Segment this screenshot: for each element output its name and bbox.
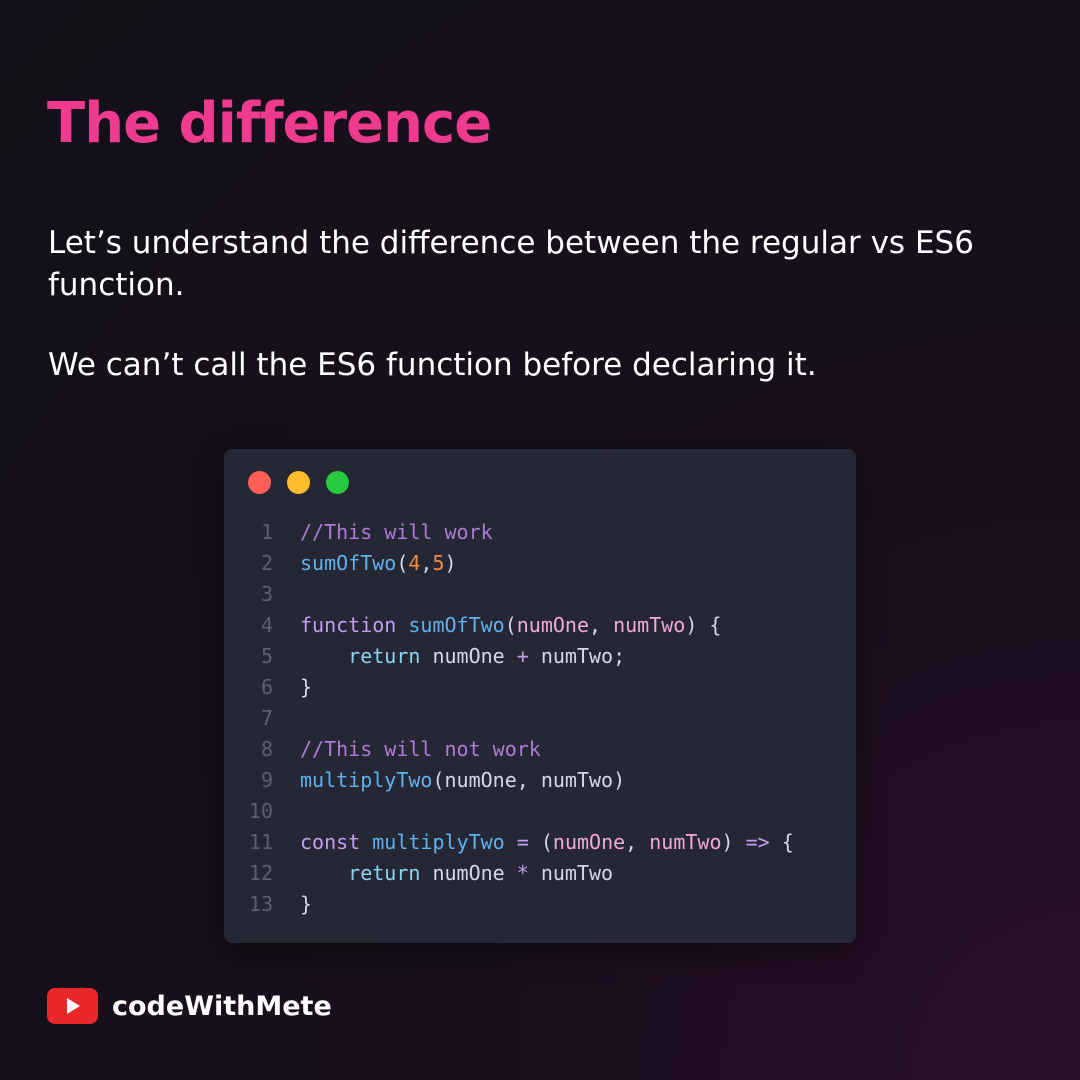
line-number: 1 bbox=[260, 520, 273, 544]
line-number: 10 bbox=[248, 799, 273, 823]
code-token: numOne bbox=[420, 861, 517, 885]
code-token: sumOfTwo bbox=[300, 551, 397, 575]
code-token: sumOfTwo bbox=[408, 613, 505, 637]
code-line: 8 //This will not work bbox=[247, 734, 794, 765]
code-token: (numOne, numTwo) bbox=[432, 768, 626, 792]
line-number: 6 bbox=[260, 675, 273, 699]
code-token: numTwo; bbox=[528, 644, 626, 668]
code-line: 5 return numOne + numTwo; bbox=[247, 641, 794, 672]
line-number: 11 bbox=[248, 830, 273, 854]
code-line: 13} bbox=[247, 889, 794, 920]
code-token: numOne bbox=[552, 830, 626, 854]
code-token: multiplyTwo bbox=[300, 768, 433, 792]
code-line: 10 bbox=[247, 796, 794, 827]
line-number: 9 bbox=[260, 768, 273, 792]
code-token: return bbox=[348, 861, 421, 885]
code-token: ( bbox=[528, 830, 553, 854]
code-line: 2 sumOfTwo(4,5) bbox=[247, 548, 794, 579]
code-token: ) bbox=[721, 830, 746, 854]
code-token: numTwo bbox=[613, 613, 686, 637]
code-token: , bbox=[589, 613, 614, 637]
code-token: 5 bbox=[432, 551, 445, 575]
code-token: numTwo bbox=[649, 830, 722, 854]
code-token: const bbox=[300, 830, 361, 854]
page-title: The difference bbox=[47, 91, 492, 156]
line-number: 5 bbox=[260, 644, 273, 668]
code-token: ( bbox=[504, 613, 517, 637]
line-number: 2 bbox=[260, 551, 273, 575]
note-paragraph: We can’t call the ES6 function before de… bbox=[48, 347, 817, 383]
window-maximize-dot bbox=[326, 471, 349, 494]
code-line: 12 return numOne * numTwo bbox=[247, 858, 794, 889]
code-token: } bbox=[300, 675, 313, 699]
code-line: 1 //This will work bbox=[247, 517, 794, 548]
code-line: 3 bbox=[247, 579, 794, 610]
code-token: ) { bbox=[685, 613, 722, 637]
code-token: , bbox=[625, 830, 650, 854]
code-token: function bbox=[300, 613, 397, 637]
line-number: 3 bbox=[260, 582, 273, 606]
code-token: 4 bbox=[408, 551, 421, 575]
code-token: { bbox=[769, 830, 794, 854]
window-minimize-dot bbox=[287, 471, 310, 494]
line-number: 4 bbox=[260, 613, 273, 637]
code-token: , bbox=[420, 551, 433, 575]
code-token: return bbox=[348, 644, 421, 668]
code-line: 6} bbox=[247, 672, 794, 703]
code-line: 4 function sumOfTwo(numOne, numTwo) { bbox=[247, 610, 794, 641]
code-token: numOne bbox=[516, 613, 589, 637]
code-line: 7 bbox=[247, 703, 794, 734]
line-number: 7 bbox=[260, 706, 273, 730]
code-token: ( bbox=[396, 551, 409, 575]
code-token: numTwo bbox=[528, 861, 614, 885]
channel-name: codeWithMete bbox=[112, 991, 332, 1022]
code-token: multiplyTwo bbox=[372, 830, 505, 854]
code-token: //This will work bbox=[300, 520, 493, 544]
code-token: ) bbox=[444, 551, 457, 575]
code-token: => bbox=[745, 830, 770, 854]
line-number: 8 bbox=[260, 737, 273, 761]
code-token: } bbox=[300, 892, 313, 916]
code-token: = bbox=[516, 830, 529, 854]
youtube-icon bbox=[47, 988, 98, 1024]
code-block: 1//This will work 2 sumOfTwo(4,5) 3 4 functio… bbox=[247, 517, 794, 920]
window-close-dot bbox=[248, 471, 271, 494]
line-number: 13 bbox=[248, 892, 273, 916]
code-token: //This will not work bbox=[300, 737, 541, 761]
code-line: 9 multiplyTwo(numOne, numTwo) bbox=[247, 765, 794, 796]
code-line: 11 const multiplyTwo = (numOne, numTwo) =… bbox=[247, 827, 794, 858]
code-token: + bbox=[516, 644, 529, 668]
play-icon bbox=[67, 998, 80, 1014]
intro-paragraph: Let’s understand the difference between … bbox=[48, 225, 974, 303]
code-token: * bbox=[516, 861, 529, 885]
line-number: 12 bbox=[248, 861, 273, 885]
code-token: numOne bbox=[420, 644, 517, 668]
